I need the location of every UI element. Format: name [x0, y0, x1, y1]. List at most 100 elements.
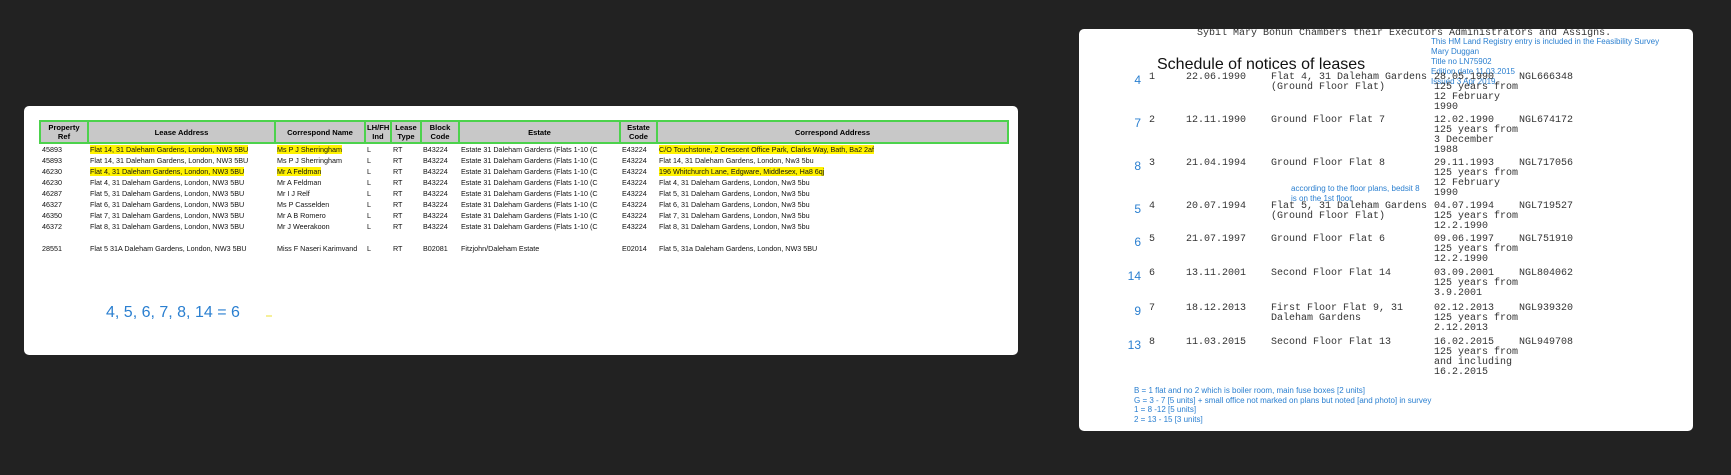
table-cell: L — [367, 178, 371, 187]
table-cell — [40, 232, 88, 243]
entry-index: 5 — [1149, 234, 1156, 245]
table-cell: Mr A Feldman — [277, 178, 322, 187]
table-cell: E43224 — [622, 200, 647, 209]
entry-number-mark: 14 — [1127, 269, 1141, 283]
lease-date-term: 16.02.2015 125 years from and including … — [1434, 337, 1519, 378]
unit-note-line: B = 1 flat and no 2 which is boiler room… — [1134, 386, 1366, 395]
table-cell: Estate 31 Daleham Gardens (Flats 1-10 (C — [461, 167, 598, 176]
table-cell — [620, 232, 657, 243]
table-cell: B43224 — [423, 189, 448, 198]
column-header: Lease Type — [390, 120, 422, 144]
table-cell: Flat 6, 31 Daleham Gardens, London, Nw3 … — [659, 200, 810, 209]
table-row: 46230 Flat 4, 31 Daleham Gardens, London,… — [40, 177, 1008, 188]
property-description: Ground Floor Flat 7 — [1271, 115, 1386, 126]
table-cell: L — [367, 244, 371, 253]
property-description: Ground Floor Flat 8 — [1271, 158, 1386, 169]
highlighted-text: Flat 14, 31 Daleham Gardens, London, NW3… — [90, 145, 249, 154]
entry-index: 1 — [1149, 72, 1156, 83]
table-cell: Estate 31 Daleham Gardens (Flats 1-10 (C — [461, 156, 598, 165]
column-header: Estate Code — [619, 120, 658, 144]
lease-date-term: 03.09.2001 125 years from 3.9.2001 — [1434, 268, 1519, 299]
registration-date: 22.06.1990 — [1186, 72, 1247, 83]
column-header: Estate — [458, 120, 621, 144]
highlighted-text: Ms P J Sherringham — [277, 145, 342, 154]
property-description: First Floor Flat 9, 31 Daleham Gardens — [1271, 303, 1404, 324]
column-header: LH/FH Ind — [364, 120, 392, 144]
column-header: Property Ref — [39, 120, 89, 144]
table-cell: 46350 — [42, 211, 62, 220]
entry-index: 3 — [1149, 158, 1156, 169]
table-cell: B43224 — [423, 145, 448, 154]
table-cell: E43224 — [622, 167, 647, 176]
lessee-title: NGL751910 — [1519, 234, 1574, 245]
highlighted-text: Flat 4, 31 Daleham Gardens, London, NW3 … — [90, 167, 245, 176]
table-row: 46372 Flat 8, 31 Daleham Gardens, London,… — [40, 221, 1008, 232]
table-row: 28551 Flat 5 31A Daleham Gardens, London,… — [40, 243, 1008, 254]
table-cell — [88, 232, 275, 243]
table-cell: RT — [393, 244, 403, 253]
floor-plan-note: according to the floor plans, bedsit 8 i… — [1291, 184, 1420, 203]
lessee-title: NGL666348 — [1519, 72, 1574, 83]
table-row: 45893 Flat 14, 31 Daleham Gardens, London… — [40, 155, 1008, 166]
lease-date-term: 04.07.1994 125 years from 12.2.1990 — [1434, 201, 1519, 232]
table-cell: RT — [393, 145, 403, 154]
table-cell: Estate 31 Daleham Gardens (Flats 1-10 (C — [461, 222, 598, 231]
table-row: 45893 Flat 14, 31 Daleham Gardens, London… — [40, 143, 1008, 155]
table-cell: Estate 31 Daleham Gardens (Flats 1-10 (C — [461, 145, 598, 154]
property-description: Flat 5, 31 Daleham Gardens (Ground Floor… — [1271, 201, 1428, 222]
lessee-title: NGL719527 — [1519, 201, 1574, 212]
table-cell — [459, 232, 620, 243]
table-cell: L — [367, 156, 371, 165]
survey-note-line: Mary Duggan — [1431, 47, 1480, 56]
survey-note-line: Title no LN75902 — [1431, 57, 1492, 66]
table-cell: Flat 7, 31 Daleham Gardens, London, NW3 … — [90, 211, 245, 220]
table-cell: B02081 — [423, 244, 448, 253]
table-cell: L — [367, 222, 371, 231]
lease-spreadsheet-card: Property Ref Lease Address Correspond Name… — [24, 106, 1018, 355]
entry-number-mark: 7 — [1134, 116, 1141, 130]
table-body: 45893 Flat 14, 31 Daleham Gardens, London… — [40, 143, 1008, 254]
table-cell: B43224 — [423, 222, 448, 231]
entry-index: 8 — [1149, 337, 1156, 348]
registration-date: 11.03.2015 — [1186, 337, 1247, 348]
table-cell: B43224 — [423, 167, 448, 176]
lessee-title: NGL939320 — [1519, 303, 1574, 314]
table-cell: Flat 14, 31 Daleham Gardens, London, NW3… — [90, 156, 249, 165]
table-cell: Flat 14, 31 Daleham Gardens, London, Nw3… — [659, 156, 814, 165]
property-description: Second Floor Flat 14 — [1271, 268, 1392, 279]
table-cell: E43224 — [622, 222, 647, 231]
table-cell — [391, 232, 421, 243]
table-cell: E43224 — [622, 178, 647, 187]
survey-note-line: This HM Land Registry entry is included … — [1431, 37, 1660, 46]
unit-note-line: G = 3 - 7 [5 units] + small office not m… — [1134, 395, 1432, 405]
table-cell: 46230 — [42, 167, 62, 176]
table-cell: E43224 — [622, 211, 647, 220]
table-cell: 46327 — [42, 200, 62, 209]
table-cell: B43224 — [423, 211, 448, 220]
table-cell: RT — [393, 167, 403, 176]
table-cell: Flat 4, 31 Daleham Gardens, London, NW3 … — [88, 166, 275, 177]
column-header: Correspond Name — [274, 120, 366, 144]
unit-count-note: 4, 5, 6, 7, 8, 14 = 6 — [106, 304, 240, 321]
table-cell: 196 Whitchurch Lane, Edgware, Middlesex,… — [657, 166, 1008, 177]
entry-number-mark: 8 — [1134, 159, 1141, 173]
property-description: Second Floor Flat 13 — [1271, 337, 1392, 348]
lessee-title: NGL804062 — [1519, 268, 1574, 279]
table-cell: Ms P Casselden — [277, 200, 330, 209]
lease-date-term: 12.02.1990 125 years from 3 December 198… — [1434, 115, 1519, 156]
table-cell: 28551 — [42, 244, 62, 253]
table-cell — [421, 232, 459, 243]
registration-date: 13.11.2001 — [1186, 268, 1247, 279]
table-cell: RT — [393, 211, 403, 220]
table-cell: L — [367, 211, 371, 220]
entry-number-mark: 13 — [1127, 338, 1141, 352]
table-cell: RT — [393, 189, 403, 198]
table-cell: Fitzjohn/Daleham Estate — [461, 244, 540, 253]
entry-index: 6 — [1149, 268, 1156, 279]
table-cell: E43224 — [622, 156, 647, 165]
table-header-row: Property Ref Lease Address Correspond Name… — [39, 120, 1009, 144]
column-header: Lease Address — [87, 120, 276, 144]
table-cell: C/O Touchstone, 2 Crescent Office Park, … — [657, 143, 1008, 155]
entry-index: 7 — [1149, 303, 1156, 314]
table-cell: Flat 6, 31 Daleham Gardens, London, NW3 … — [90, 200, 245, 209]
